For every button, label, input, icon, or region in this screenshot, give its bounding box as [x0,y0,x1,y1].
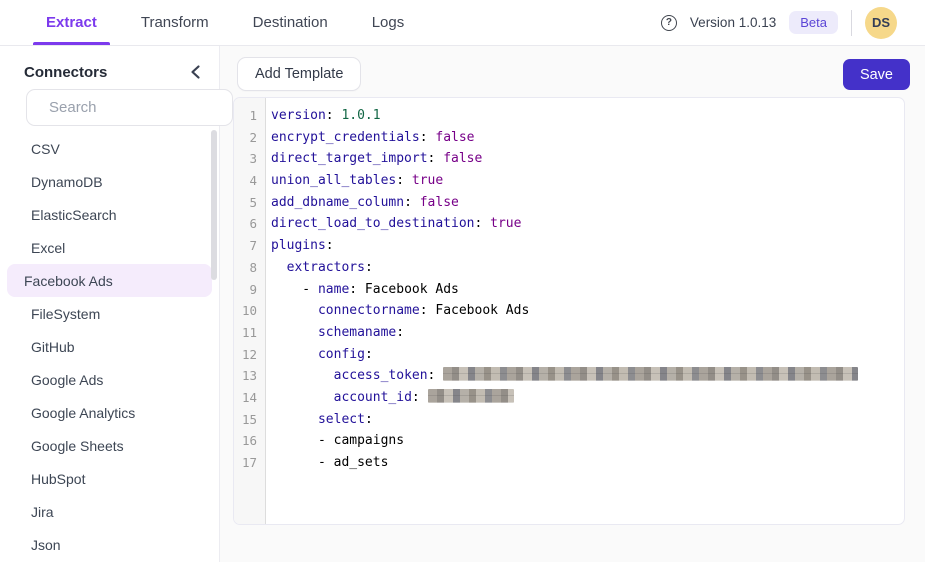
connector-item-json[interactable]: Json [7,528,212,561]
tab-transform[interactable]: Transform [128,0,222,45]
add-template-button[interactable]: Add Template [237,57,362,91]
code-line-5[interactable]: add_dbname_column: false [271,192,904,214]
line-number: 3 [249,151,257,167]
code-line-9[interactable]: - name: Facebook Ads [271,279,904,301]
connectors-sidebar: Connectors CSVDynamoDBElasticSearchExcel… [0,46,248,562]
line-number: 17 [241,455,257,470]
tab-logs[interactable]: Logs [359,0,418,45]
code-line-17[interactable]: - ad_sets [271,452,904,474]
code-line-8[interactable]: extractors: [271,257,904,279]
redacted-value [427,388,514,403]
version-label: Version 1.0.13 [689,15,777,30]
connector-item-facebook-ads[interactable]: Facebook Ads [7,264,212,297]
code-line-10[interactable]: connectorname: Facebook Ads [271,300,904,322]
code-line-4[interactable]: union_all_tables: true [271,170,904,192]
header-divider [851,9,852,36]
connector-item-dynamodb[interactable]: DynamoDB [7,165,212,198]
connector-item-google-ads[interactable]: Google Ads [7,363,212,396]
line-number: 13 [241,368,257,384]
connector-item-google-sheets[interactable]: Google Sheets [7,429,212,462]
code-line-13[interactable]: access_token: [271,365,904,387]
tab-extract[interactable]: Extract [33,0,110,45]
connector-search [26,89,248,126]
editor-code-area[interactable]: version: 1.0.1 encrypt_credentials: false… [267,98,904,524]
connector-item-jira[interactable]: Jira [7,495,212,528]
editor-gutter: 1 2 3 4 5 6 7 8 9 10 11 12 13 14 15 16 17 [234,98,266,524]
line-number: 9 [249,281,257,297]
sidebar-scrollbar[interactable] [211,130,217,280]
line-number: 14 [241,389,257,405]
line-number: 8 [249,259,257,275]
search-input[interactable] [49,99,248,116]
code-line-1[interactable]: version: 1.0.1 [271,105,904,127]
connector-item-csv[interactable]: CSV [7,132,212,165]
code-line-7[interactable]: plugins: [271,235,904,257]
connector-item-elasticsearch[interactable]: ElasticSearch [7,198,212,231]
line-number: 15 [241,411,257,427]
connector-item-filesystem[interactable]: FileSystem [7,297,212,330]
save-button[interactable]: Save [842,59,910,90]
code-line-3[interactable]: direct_target_import: false [271,148,904,170]
connector-item-excel[interactable]: Excel [7,231,212,264]
connector-item-hubspot[interactable]: HubSpot [7,462,212,495]
code-line-2[interactable]: encrypt_credentials: false [271,127,904,149]
code-line-12[interactable]: config: [271,344,904,366]
line-number: 11 [241,324,257,340]
code-line-6[interactable]: direct_load_to_destination: true [271,213,904,235]
code-line-15[interactable]: select: [271,409,904,431]
code-line-14[interactable]: account_id: [271,387,904,409]
connector-item-github[interactable]: GitHub [7,330,212,363]
line-number: 4 [249,173,257,189]
connector-item-google-analytics[interactable]: Google Analytics [7,396,212,429]
help-icon[interactable]: ? [660,14,677,31]
code-line-16[interactable]: - campaigns [271,430,904,452]
sidebar-title: Connectors [24,63,108,81]
top-nav: Extract Transform Destination Logs ? Ver… [0,0,925,46]
line-number: 5 [249,194,257,210]
nav-tabs: Extract Transform Destination Logs [33,0,417,45]
avatar[interactable]: DS [865,6,897,39]
yaml-editor[interactable]: 1 2 3 4 5 6 7 8 9 10 11 12 13 14 15 16 17 version: 1.0.1… [233,97,905,525]
code-line-11[interactable]: schemaname: [271,322,904,344]
chevron-left-icon [191,65,200,79]
tab-destination[interactable]: Destination [240,0,341,45]
line-number: 16 [241,433,257,449]
collapse-sidebar-button[interactable] [188,62,203,82]
line-number: 12 [241,346,257,362]
connector-list: CSV DynamoDB ElasticSearch Excel Facebook Ad… [0,132,219,561]
line-number: 2 [249,129,257,145]
header-right-cluster: ? Version 1.0.13 Beta DS [660,0,897,45]
line-number: 10 [241,303,257,319]
beta-badge: Beta [789,11,838,34]
redacted-value [443,367,859,382]
line-number: 6 [249,216,257,232]
line-number: 1 [249,108,257,123]
line-number: 7 [249,238,257,254]
